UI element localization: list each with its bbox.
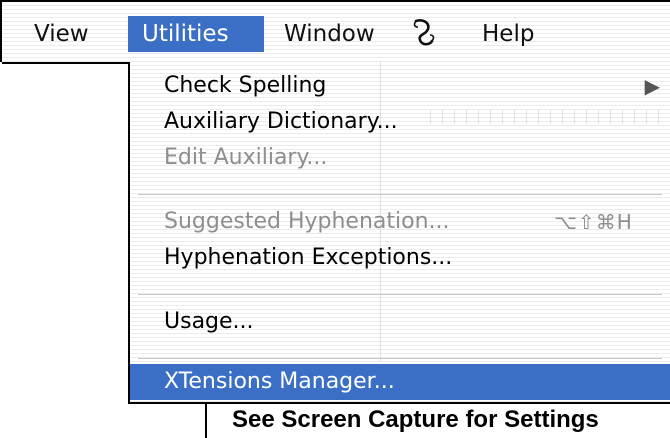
submenu-arrow-icon: ▶ [644,74,660,98]
menu-item-label: Hyphenation Exceptions... [164,245,453,270]
menu-bar: View Utilities Window Help [0,0,670,64]
menu-item-hyphenation-exceptions[interactable]: Hyphenation Exceptions... [130,240,670,276]
menu-item-label: XTensions Manager... [164,369,395,394]
menu-item-check-spelling[interactable]: Check Spelling ▶ [130,68,670,104]
menu-item-auxiliary-dictionary[interactable]: Auxiliary Dictionary... [130,104,670,140]
keyboard-shortcut: ⌥⇧⌘H [554,210,633,234]
menu-separator [138,358,662,359]
utilities-dropdown-menu: Check Spelling ▶ Auxiliary Dictionary...… [128,62,670,404]
menu-item-label: Edit Auxiliary... [164,145,328,170]
menu-window[interactable]: Window [270,16,389,52]
menu-item-suggested-hyphenation: Suggested Hyphenation... ⌥⇧⌘H [130,204,670,240]
menu-view[interactable]: View [20,16,103,52]
menu-separator [138,294,662,295]
menu-utilities[interactable]: Utilities [128,16,264,52]
menu-item-usage[interactable]: Usage... [130,304,670,340]
menu-item-label: Suggested Hyphenation... [164,209,450,234]
caption-text: See Screen Capture for Settings [232,406,599,433]
menu-item-label: Usage... [164,309,254,334]
menu-item-label: Check Spelling [164,73,327,98]
script-menu-icon[interactable] [410,16,444,52]
caption-leader-line [205,404,207,438]
menu-separator [138,194,662,195]
menu-item-label: Auxiliary Dictionary... [164,109,398,134]
menu-item-edit-auxiliary: Edit Auxiliary... [130,140,670,176]
menu-help[interactable]: Help [468,16,548,52]
menu-item-xtensions-manager[interactable]: XTensions Manager... [130,364,670,400]
